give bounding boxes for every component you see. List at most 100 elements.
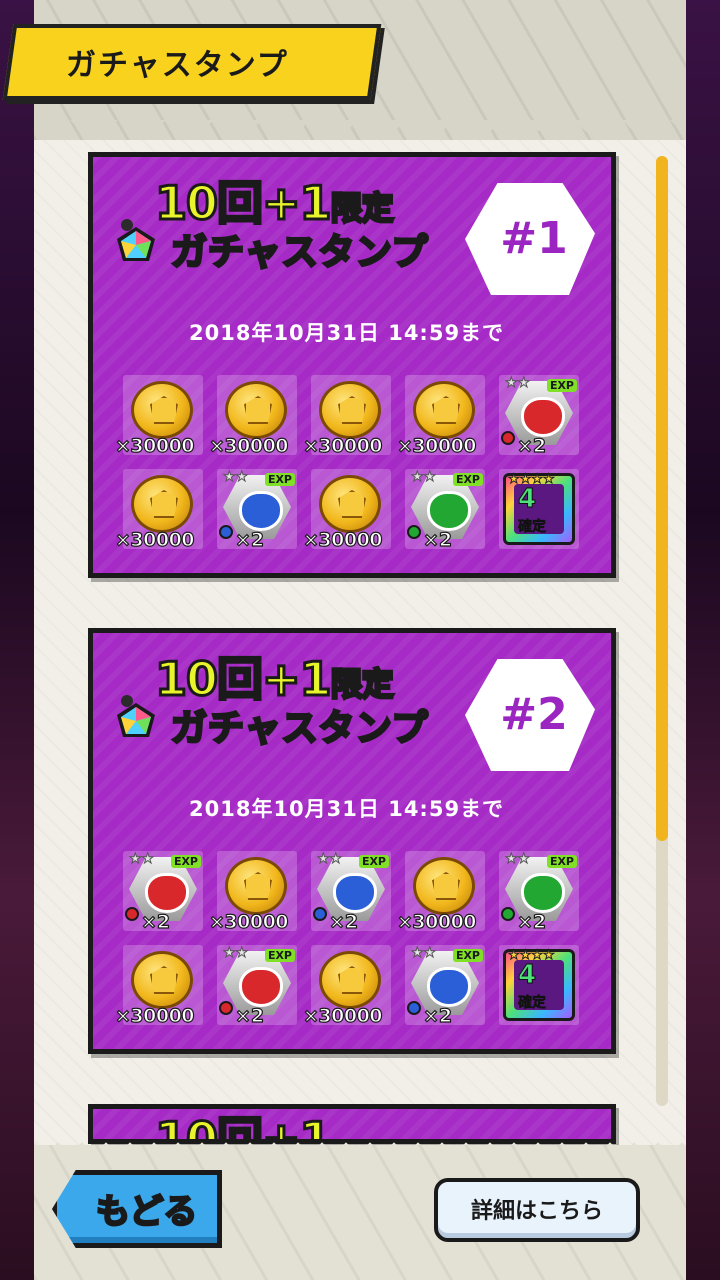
- element-icon: [501, 431, 515, 445]
- element-icon: [407, 1001, 421, 1015]
- back-button-label[interactable]: もどる: [95, 1184, 199, 1234]
- reward-quantity: ×2: [422, 528, 453, 551]
- potion-flask-icon: [239, 967, 283, 1007]
- reward-quantity: ×30000: [114, 1004, 195, 1027]
- reward-cell[interactable]: ×30000: [396, 851, 485, 934]
- reward-quantity: ×2: [328, 910, 359, 933]
- reward-cell[interactable]: ★★ EXP ×2: [405, 945, 485, 1028]
- exp-tag: EXP: [264, 473, 295, 486]
- reward-grid: ×30000 ×30000 ×30000 ×30000 ★★ EXP ×2 ×30000 ★★ E…: [114, 375, 579, 552]
- gold-coin-icon: [319, 381, 381, 439]
- reward-quantity: ×2: [140, 910, 171, 933]
- background-right: [680, 0, 720, 1280]
- card-number: #1: [500, 213, 568, 264]
- rarity-stars-icon: ★★: [410, 945, 437, 962]
- reward-cell[interactable]: ★★★★ 4 確定: [499, 469, 579, 549]
- reward-quantity: ×2: [422, 1004, 453, 1027]
- reward-cell[interactable]: ★★ EXP ×2: [217, 469, 297, 552]
- rainbow-gem-icon: [117, 695, 155, 737]
- stamp-card-2[interactable]: 10回+1限定 ガチャスタンプ #2 2018年10月31日 14:59まで ★…: [88, 628, 616, 1054]
- reward-quantity: ×2: [234, 1004, 265, 1027]
- potion-flask-icon: [427, 967, 471, 1007]
- reward-cell[interactable]: ★★ EXP ×2: [499, 375, 579, 458]
- potion-flask-icon: [333, 873, 377, 913]
- rarity-stars-icon: ★★: [222, 469, 249, 486]
- deadline-text: 2018年10月31日 14:59まで: [189, 321, 505, 345]
- headline-sub: ガチャスタンプ: [170, 231, 430, 275]
- deadline-text: 2018年10月31日 14:59まで: [189, 797, 505, 821]
- potion-flask-icon: [521, 873, 565, 913]
- reward-cell[interactable]: ×30000: [114, 375, 203, 458]
- potion-flask-icon: [427, 491, 471, 531]
- rarity-stars-icon: ★★: [316, 851, 343, 868]
- gold-coin-icon: [413, 857, 475, 915]
- reward-quantity: ×30000: [208, 910, 289, 933]
- reward-quantity: ×30000: [114, 528, 195, 551]
- rainbow-gem-icon: [117, 219, 155, 261]
- element-icon: [125, 907, 139, 921]
- potion-flask-icon: [239, 491, 283, 531]
- reward-quantity: ×2: [516, 434, 547, 457]
- reward-quantity: ×30000: [396, 910, 477, 933]
- exp-tag: EXP: [452, 473, 483, 486]
- gold-coin-icon: [319, 475, 381, 533]
- reward-cell[interactable]: ★★ EXP ×2: [405, 469, 485, 552]
- headline-sub: ガチャスタンプ: [170, 707, 430, 751]
- element-icon: [501, 907, 515, 921]
- exp-tag: EXP: [264, 949, 295, 962]
- reward-grid: ★★ EXP ×2 ×30000 ★★ EXP ×2 ×30000 ★★ EXP ×2 ×30000 ★…: [114, 851, 579, 1028]
- rarity-stars-icon: ★★: [504, 851, 531, 868]
- gold-coin-icon: [319, 951, 381, 1009]
- card-headline: 10回+1限定 ガチャスタンプ: [103, 643, 463, 753]
- reward-cell[interactable]: ★★ EXP ×2: [499, 851, 579, 934]
- guarantee-label: 確定: [518, 995, 547, 1012]
- element-icon: [219, 525, 233, 539]
- rarity-stars-icon: ★★: [128, 851, 155, 868]
- guarantee-rank: 4: [517, 960, 537, 991]
- header-zigzag-edge: [34, 120, 686, 144]
- reward-cell[interactable]: ×30000: [208, 851, 297, 934]
- reward-quantity: ×2: [516, 910, 547, 933]
- reward-quantity: ×30000: [302, 528, 383, 551]
- exp-tag: EXP: [358, 855, 389, 868]
- reward-cell[interactable]: ×30000: [302, 945, 391, 1028]
- rarity-stars-icon: ★★: [410, 469, 437, 486]
- element-icon: [407, 525, 421, 539]
- stamp-card-1[interactable]: 10回+1限定 ガチャスタンプ #1 2018年10月31日 14:59まで ×…: [88, 152, 616, 578]
- details-button-label[interactable]: 詳細はこちら: [434, 1193, 640, 1225]
- reward-quantity: ×30000: [396, 434, 477, 457]
- guarantee-rank: 4: [517, 484, 537, 515]
- element-icon: [219, 1001, 233, 1015]
- exp-tag: EXP: [546, 379, 577, 392]
- gold-coin-icon: [131, 951, 193, 1009]
- potion-flask-icon: [521, 397, 565, 437]
- gold-coin-icon: [225, 857, 287, 915]
- reward-cell[interactable]: ×30000: [114, 469, 203, 552]
- exp-tag: EXP: [452, 949, 483, 962]
- reward-quantity: ×30000: [302, 434, 383, 457]
- gold-coin-icon: [131, 475, 193, 533]
- reward-cell[interactable]: ×30000: [302, 375, 391, 458]
- scroll-thumb[interactable]: [656, 156, 668, 841]
- reward-quantity: ×30000: [302, 1004, 383, 1027]
- card-headline: 10回+1限定 ガチャスタンプ: [103, 167, 463, 277]
- reward-cell[interactable]: ★★ EXP ×2: [217, 945, 297, 1028]
- potion-flask-icon: [145, 873, 189, 913]
- rarity-stars-icon: ★★: [504, 375, 531, 392]
- reward-cell[interactable]: ×30000: [114, 945, 203, 1028]
- reward-quantity: ×30000: [208, 434, 289, 457]
- reward-cell[interactable]: ×30000: [208, 375, 297, 458]
- exp-tag: EXP: [546, 855, 577, 868]
- reward-cell[interactable]: ×30000: [302, 469, 391, 552]
- reward-cell[interactable]: ★★ EXP ×2: [311, 851, 391, 934]
- gold-coin-icon: [131, 381, 193, 439]
- reward-cell[interactable]: ★★★★ 4 確定: [499, 945, 579, 1025]
- reward-quantity: ×2: [234, 528, 265, 551]
- rarity-stars-icon: ★★: [222, 945, 249, 962]
- star4-guarantee-icon: ★★★★ 4 確定: [503, 472, 575, 545]
- reward-cell[interactable]: ×30000: [396, 375, 485, 458]
- reward-cell[interactable]: ★★ EXP ×2: [123, 851, 203, 934]
- gold-coin-icon: [225, 381, 287, 439]
- reward-quantity: ×30000: [114, 434, 195, 457]
- element-icon: [313, 907, 327, 921]
